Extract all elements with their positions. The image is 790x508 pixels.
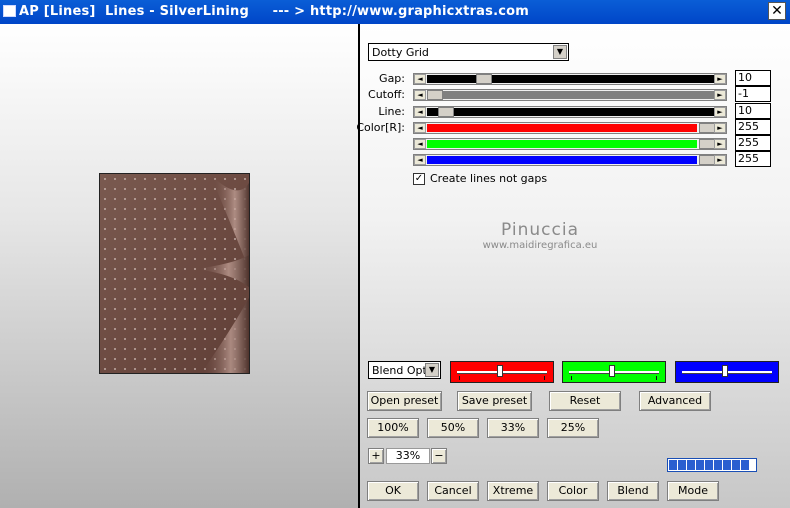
slider-fill (427, 124, 697, 132)
watermark-name: Pinuccia (501, 220, 579, 240)
progress-block (687, 460, 695, 470)
progress-indicator (667, 458, 757, 472)
slider-value-field[interactable]: 255 (735, 151, 771, 167)
ok-button[interactable]: OK (367, 481, 419, 501)
slider-fill (427, 140, 697, 148)
progress-block (741, 460, 749, 470)
arrow-left-icon[interactable]: ◄ (414, 90, 426, 100)
channel-slider-red[interactable] (450, 361, 554, 383)
slider-thumb[interactable] (699, 123, 715, 133)
cancel-button[interactable]: Cancel (427, 481, 479, 501)
progress-block (705, 460, 713, 470)
watermark-url: www.maidiregrafica.eu (482, 240, 598, 251)
progress-block (714, 460, 722, 470)
tick-mark (544, 376, 545, 380)
arrow-right-icon[interactable]: ► (714, 139, 726, 149)
slider-track[interactable]: ◄ ► (413, 138, 727, 150)
zoom-preset-button[interactable]: 25% (547, 418, 599, 438)
chevron-down-icon[interactable]: ▼ (553, 45, 567, 59)
slider-thumb[interactable] (476, 74, 492, 84)
slider-fill (427, 108, 715, 116)
preset-action-button[interactable]: Advanced (639, 391, 711, 411)
arrow-left-icon[interactable]: ◄ (414, 155, 426, 165)
slider-thumb[interactable] (427, 90, 443, 100)
slider-value-field[interactable]: 10 (735, 103, 771, 119)
tick-mark (656, 376, 657, 380)
slider-thumb[interactable] (699, 139, 715, 149)
channel-slider-green[interactable] (562, 361, 666, 383)
slider-thumb[interactable] (699, 155, 715, 165)
slider-value-field[interactable]: 255 (735, 119, 771, 135)
slider-label: Gap: (379, 72, 405, 85)
progress-block (732, 460, 740, 470)
slider-track[interactable]: ◄ ► (413, 122, 727, 134)
channel-slider-thumb[interactable] (722, 365, 728, 377)
watermark: Pinuccia www.maidiregrafica.eu (460, 220, 620, 251)
arrow-left-icon[interactable]: ◄ (414, 139, 426, 149)
channel-slider-thumb[interactable] (609, 365, 615, 377)
slider-fill (427, 75, 715, 83)
slider-track[interactable]: ◄ ► (413, 106, 727, 118)
title-bar: AP [Lines] Lines - SilverLining --- > ht… (0, 0, 790, 24)
blend-button[interactable]: Blend (607, 481, 659, 501)
preset-action-button[interactable]: Save preset (457, 391, 532, 411)
color-button[interactable]: Color (547, 481, 599, 501)
preview-image-graphic (100, 174, 249, 373)
preset-dropdown-value: Dotty Grid (372, 46, 429, 59)
tick-mark (571, 376, 572, 380)
xtreme-button[interactable]: Xtreme (487, 481, 539, 501)
slider-label: Color[R]: (356, 121, 405, 134)
slider-track[interactable]: ◄ ► (413, 154, 727, 166)
channel-slider-blue[interactable] (675, 361, 779, 383)
slider-fill (427, 91, 715, 99)
arrow-right-icon[interactable]: ► (714, 74, 726, 84)
zoom-preset-button[interactable]: 33% (487, 418, 539, 438)
channel-slider-thumb[interactable] (497, 365, 503, 377)
slider-fill (427, 156, 697, 164)
arrow-left-icon[interactable]: ◄ (414, 123, 426, 133)
arrow-right-icon[interactable]: ► (714, 107, 726, 117)
arrow-right-icon[interactable]: ► (714, 90, 726, 100)
preset-dropdown[interactable]: Dotty Grid ▼ (368, 43, 569, 61)
arrow-right-icon[interactable]: ► (714, 155, 726, 165)
tick-mark (459, 376, 460, 380)
preview-image (99, 173, 250, 374)
preset-action-button[interactable]: Reset (549, 391, 621, 411)
zoom-preset-button[interactable]: 100% (367, 418, 419, 438)
arrow-left-icon[interactable]: ◄ (414, 107, 426, 117)
slider-track[interactable]: ◄ ► (413, 89, 727, 101)
zoom-out-button[interactable]: − (431, 448, 447, 464)
arrow-right-icon[interactable]: ► (714, 123, 726, 133)
zoom-preset-button[interactable]: 50% (427, 418, 479, 438)
slider-track[interactable]: ◄ ► (413, 73, 727, 85)
slider-value-field[interactable]: 10 (735, 70, 771, 86)
progress-block (696, 460, 704, 470)
slider-value-field[interactable]: -1 (735, 86, 771, 102)
preview-pane (0, 24, 358, 508)
app-icon (3, 5, 16, 17)
mode-button[interactable]: Mode (667, 481, 719, 501)
zoom-value-field[interactable]: 33% (386, 448, 430, 464)
progress-block (723, 460, 731, 470)
slider-label: Cutoff: (368, 88, 405, 101)
chevron-down-icon[interactable]: ▼ (425, 363, 439, 377)
blend-options-dropdown[interactable]: Blend Optio ▼ (368, 361, 441, 379)
create-lines-label: Create lines not gaps (430, 172, 548, 185)
slider-label: Line: (378, 105, 405, 118)
blend-options-value: Blend Optio (372, 364, 426, 377)
window-title: AP [Lines] Lines - SilverLining --- > ht… (19, 4, 530, 19)
close-button[interactable]: ✕ (768, 2, 786, 20)
slider-thumb[interactable] (438, 107, 454, 117)
progress-block (669, 460, 677, 470)
progress-block (678, 460, 686, 470)
zoom-in-button[interactable]: + (368, 448, 384, 464)
preset-action-button[interactable]: Open preset (367, 391, 442, 411)
slider-value-field[interactable]: 255 (735, 135, 771, 151)
create-lines-checkbox[interactable]: ✓ (413, 173, 425, 185)
arrow-left-icon[interactable]: ◄ (414, 74, 426, 84)
